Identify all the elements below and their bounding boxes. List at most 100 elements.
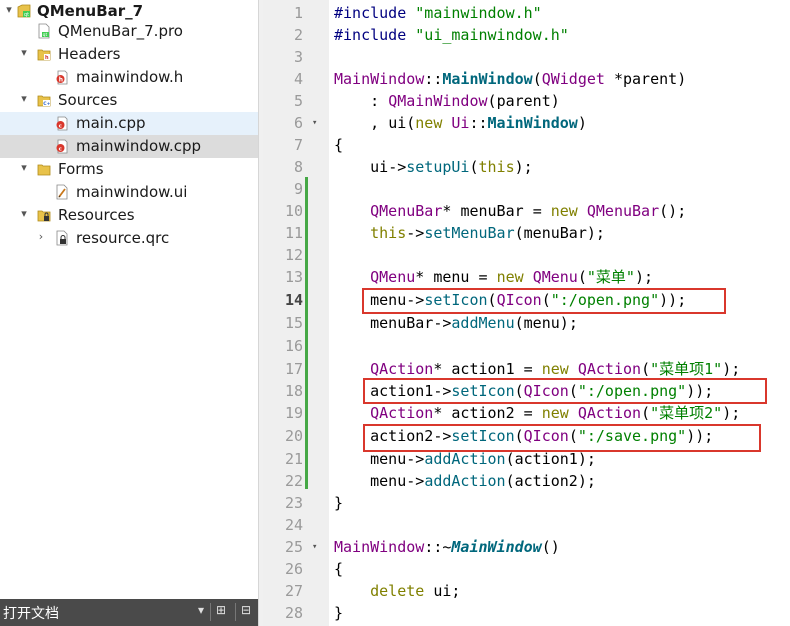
highlight-box [363, 424, 761, 452]
line-number: 15 [284, 314, 303, 332]
code-text[interactable]: } [334, 602, 343, 625]
tree-item-label: Sources [58, 91, 118, 109]
open-documents-title[interactable]: 打开文档 [3, 603, 59, 623]
code-text[interactable]: delete ui; [334, 580, 460, 603]
code-line[interactable]: 1 #include "mainwindow.h" [263, 2, 790, 25]
code-line[interactable]: 9 [263, 178, 790, 201]
open-documents-bar: 打开文档 ▾ ⊞ ⊟ [0, 599, 258, 626]
code-text[interactable]: QAction* action2 = new QAction("菜单项2"); [334, 402, 740, 425]
code-line[interactable]: 24 [263, 514, 790, 537]
line-number: 8 [293, 158, 303, 176]
line-number: 9 [293, 180, 303, 198]
code-text[interactable]: { [334, 134, 343, 157]
code-line[interactable]: 10 QMenuBar* menuBar = new QMenuBar(); [263, 200, 790, 223]
code-line[interactable]: 26 { [263, 558, 790, 581]
code-line[interactable]: 28} [263, 602, 790, 625]
headers-folder-icon: h [37, 49, 51, 61]
tree-item-mainwindow-cpp[interactable]: c mainwindow.cpp [0, 135, 258, 158]
tree-item-sources[interactable]: ▾ C+ Sources [0, 89, 258, 112]
expand-arrow-icon[interactable]: ▾ [18, 161, 30, 175]
tree-item-label: QMenuBar_7.pro [58, 22, 183, 40]
code-text[interactable]: : QMainWindow(parent) [334, 90, 560, 113]
expand-arrow-icon[interactable]: ▾ [18, 207, 30, 221]
toolbar-divider [235, 603, 236, 621]
line-number: 2 [293, 26, 303, 44]
fold-marker-icon[interactable]: ▾ [312, 536, 322, 559]
ui-file-icon [56, 184, 68, 200]
code-text[interactable]: QMenu* menu = new QMenu("菜单"); [334, 266, 653, 289]
code-line[interactable]: 19 QAction* action2 = new QAction("菜单项2"… [263, 402, 790, 425]
code-line[interactable]: 2 #include "ui_mainwindow.h" [263, 24, 790, 47]
fold-marker-icon[interactable]: ▾ [312, 112, 322, 135]
code-line[interactable]: 5 : QMainWindow(parent) [263, 90, 790, 113]
cpp-file-icon: c [56, 139, 68, 154]
code-line[interactable]: 7{ [263, 134, 790, 157]
tree-item-headers[interactable]: ▾ h Headers [0, 43, 258, 66]
tree-item-label: Headers [58, 45, 121, 63]
line-number: 16 [284, 337, 303, 355]
code-line[interactable]: 16 [263, 335, 790, 358]
code-line[interactable]: 8 ui->setupUi(this); [263, 156, 790, 179]
svg-text:qt: qt [43, 32, 48, 38]
code-line[interactable]: 12 [263, 244, 790, 267]
tree-item-resources[interactable]: ▾ Resources [0, 204, 258, 227]
split-icon[interactable]: ⊞ [216, 603, 226, 617]
svg-text:h: h [59, 77, 63, 84]
code-text[interactable]: menu->addAction(action2); [334, 470, 596, 493]
line-number: 12 [284, 246, 303, 264]
code-text[interactable]: MainWindow::~MainWindow() [334, 536, 560, 559]
code-text[interactable]: #include "ui_mainwindow.h" [334, 24, 569, 47]
code-text[interactable]: MainWindow::MainWindow(QWidget *parent) [334, 68, 686, 91]
code-line[interactable]: 4 MainWindow::MainWindow(QWidget *parent) [263, 68, 790, 91]
svg-text:qt: qt [24, 12, 29, 18]
dropdown-icon[interactable]: ▾ [198, 603, 204, 617]
tree-item-label: mainwindow.ui [76, 183, 188, 201]
line-number: 28 [284, 604, 303, 622]
line-number: 13 [284, 268, 303, 286]
tree-item-forms[interactable]: ▾ Forms [0, 158, 258, 181]
tree-item-pro-file[interactable]: qt QMenuBar_7.pro [0, 20, 258, 43]
collapse-arrow-icon[interactable]: › [35, 230, 47, 244]
cpp-file-icon: c [56, 116, 68, 131]
svg-text:C+: C+ [43, 101, 50, 107]
toolbar-divider [210, 603, 211, 621]
line-number: 4 [293, 70, 303, 88]
code-line[interactable]: 23} [263, 492, 790, 515]
line-number: 27 [284, 582, 303, 600]
code-line[interactable]: 25 ▾ MainWindow::~MainWindow() [263, 536, 790, 559]
code-line[interactable]: 6 ▾ , ui(new Ui::MainWindow) [263, 112, 790, 135]
line-number: 10 [284, 202, 303, 220]
code-line[interactable]: 13 QMenu* menu = new QMenu("菜单"); [263, 266, 790, 289]
tree-item-mainwindow-h[interactable]: h mainwindow.h [0, 66, 258, 89]
line-number: 26 [284, 560, 303, 578]
code-line[interactable]: 15 menuBar->addMenu(menu); [263, 312, 790, 335]
line-number: 25 [284, 538, 303, 556]
code-text[interactable]: menuBar->addMenu(menu); [334, 312, 578, 335]
tree-item-mainwindow-ui[interactable]: mainwindow.ui [0, 181, 258, 204]
tree-item-resource-qrc[interactable]: › resource.qrc [0, 227, 258, 250]
line-number: 22 [284, 472, 303, 490]
code-text[interactable]: this->setMenuBar(menuBar); [334, 222, 605, 245]
code-text[interactable]: ui->setupUi(this); [334, 156, 533, 179]
line-number: 6 [293, 114, 303, 132]
expand-arrow-icon[interactable]: ▾ [18, 92, 30, 106]
close-panel-icon[interactable]: ⊟ [241, 603, 251, 617]
code-line[interactable]: 11 this->setMenuBar(menuBar); [263, 222, 790, 245]
tree-item-label: Resources [58, 206, 135, 224]
code-line[interactable]: 22 menu->addAction(action2); [263, 470, 790, 493]
tree-item-main-cpp[interactable]: c main.cpp [0, 112, 258, 135]
line-number: 3 [293, 48, 303, 66]
code-line[interactable]: 27 delete ui; [263, 580, 790, 603]
line-number: 20 [284, 427, 303, 445]
code-line[interactable]: 3 [263, 46, 790, 69]
tree-item-label: main.cpp [76, 114, 146, 132]
code-text[interactable]: , ui(new Ui::MainWindow) [334, 112, 587, 135]
expand-arrow-icon[interactable]: ▾ [18, 46, 30, 60]
code-text[interactable]: } [334, 492, 343, 515]
code-text[interactable]: { [334, 558, 343, 581]
highlight-box [362, 288, 726, 314]
code-text[interactable]: QMenuBar* menuBar = new QMenuBar(); [334, 200, 686, 223]
code-text[interactable]: #include "mainwindow.h" [334, 2, 542, 25]
expand-arrow-icon[interactable]: ▾ [3, 3, 15, 17]
line-number: 19 [284, 404, 303, 422]
